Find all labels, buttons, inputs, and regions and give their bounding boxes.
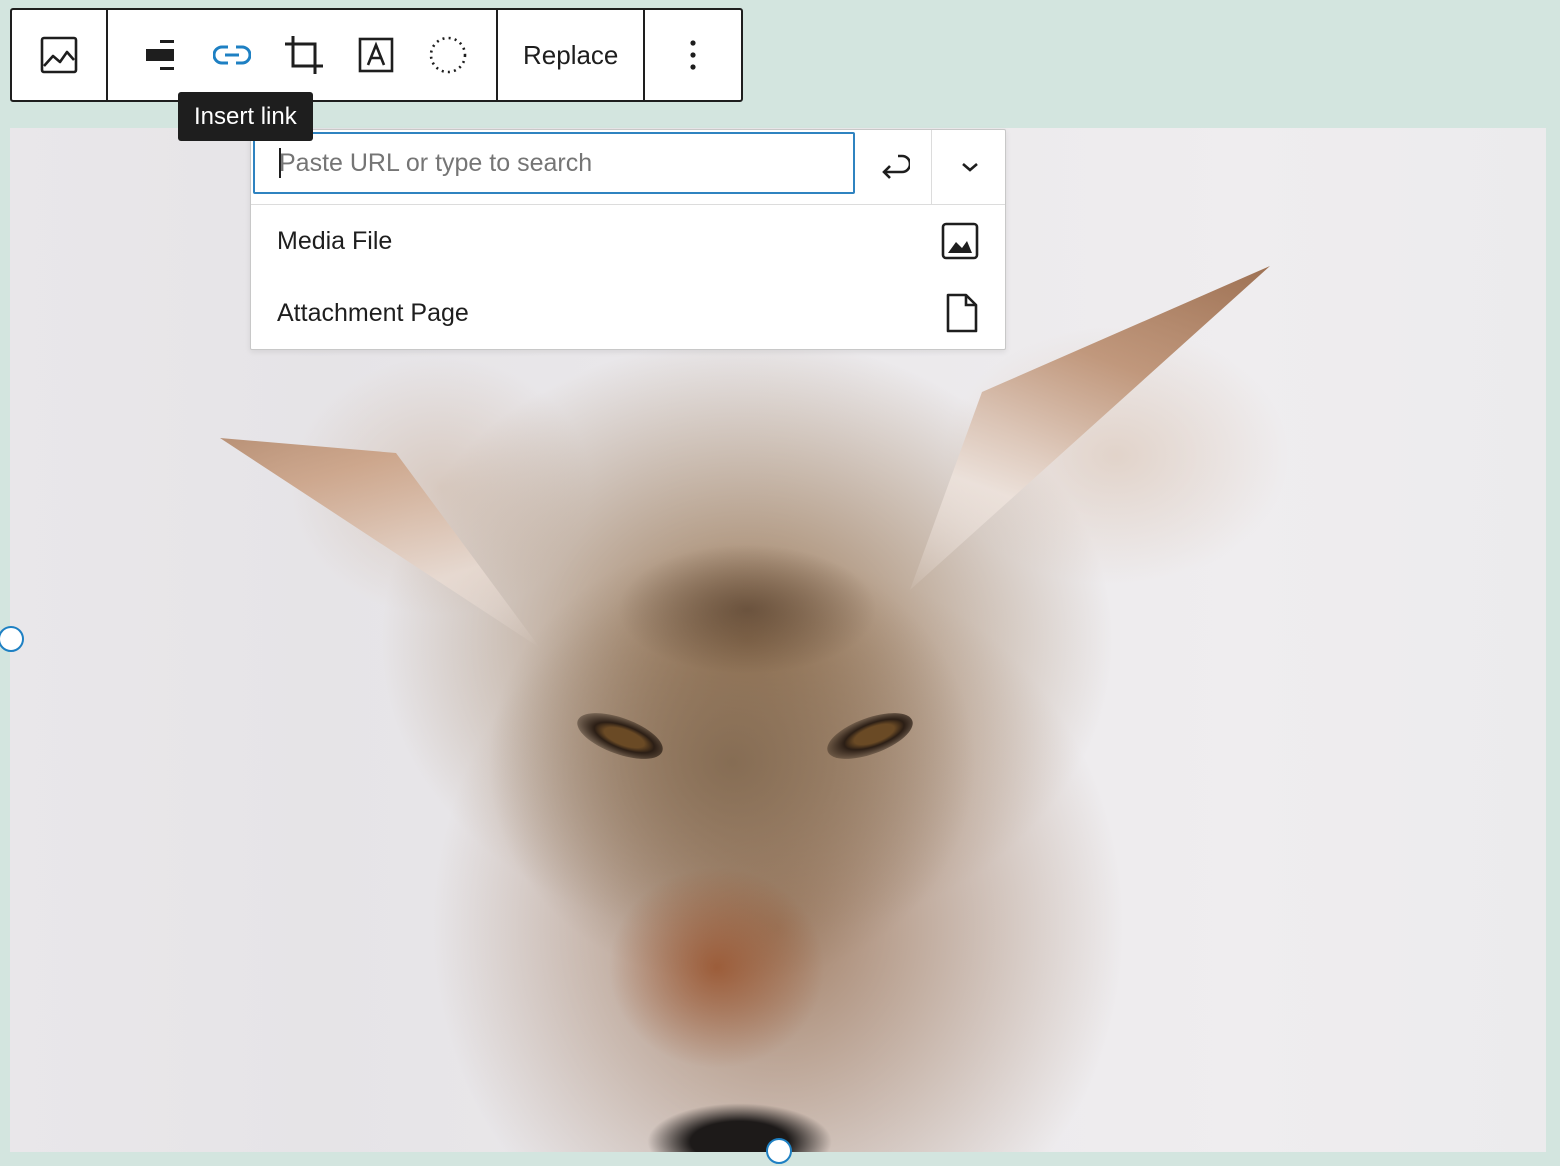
crop-icon xyxy=(285,36,323,74)
url-search-input[interactable] xyxy=(253,132,855,194)
link-popover: Media File Attachment Page xyxy=(250,129,1006,350)
page-icon xyxy=(946,293,978,333)
submit-link-button[interactable] xyxy=(857,130,931,204)
more-options-button[interactable] xyxy=(645,10,741,100)
image-block-button[interactable] xyxy=(12,10,106,100)
block-toolbar: Replace xyxy=(10,8,744,102)
image-icon xyxy=(40,36,78,74)
align-icon xyxy=(146,40,174,70)
link-search-row xyxy=(251,130,1005,205)
toolbar-group-block-type xyxy=(12,10,108,100)
resize-handle-bottom[interactable] xyxy=(766,1138,792,1164)
suggestion-attachment-page[interactable]: Attachment Page xyxy=(251,278,1005,348)
toolbar-group-tools xyxy=(108,10,498,100)
text-overlay-icon xyxy=(358,37,394,73)
chevron-down-icon xyxy=(961,163,978,172)
insert-link-tooltip: Insert link xyxy=(178,92,313,141)
align-button[interactable] xyxy=(124,10,196,100)
suggestion-label: Media File xyxy=(277,226,393,255)
toolbar-group-replace: Replace xyxy=(498,10,646,100)
text-caret xyxy=(279,148,281,178)
replace-button[interactable]: Replace xyxy=(498,10,643,100)
link-icon xyxy=(213,45,251,65)
media-image-icon xyxy=(941,222,979,260)
suggestion-label: Attachment Page xyxy=(277,298,469,327)
link-settings-toggle[interactable] xyxy=(931,130,1007,204)
coyote-eye-right xyxy=(821,703,919,769)
selection-button[interactable] xyxy=(412,10,484,100)
enter-icon xyxy=(882,154,910,179)
more-vertical-icon xyxy=(690,40,697,70)
circle-dotted-icon xyxy=(429,36,467,74)
text-overlay-button[interactable] xyxy=(340,10,412,100)
insert-link-button[interactable] xyxy=(196,10,268,100)
coyote-eye-left xyxy=(571,703,669,769)
toolbar-group-more xyxy=(645,10,741,100)
suggestion-media-file[interactable]: Media File xyxy=(251,206,1005,276)
crop-button[interactable] xyxy=(268,10,340,100)
coyote-ear-left xyxy=(220,438,540,648)
